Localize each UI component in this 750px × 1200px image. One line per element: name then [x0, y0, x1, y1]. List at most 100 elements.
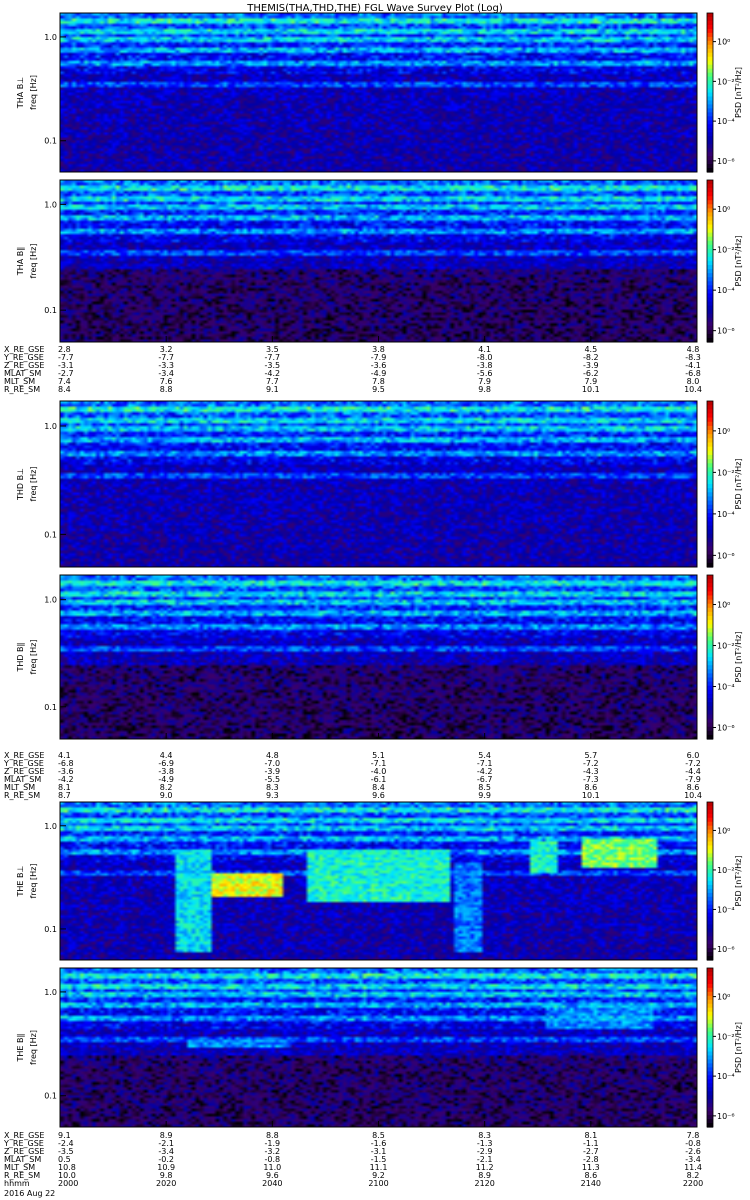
ephemeris-value: 9.6: [372, 791, 385, 800]
spectrogram-image: [60, 968, 697, 1127]
colorbar-swatch: [707, 216, 713, 222]
colorbar-swatch: [707, 1115, 713, 1120]
colorbar-swatch: [707, 252, 713, 258]
colorbar-swatch: [707, 652, 713, 658]
colorbar-swatch: [707, 317, 713, 323]
freq-axis-label: freq [Hz]: [29, 864, 38, 899]
colorbar-swatch: [707, 240, 713, 246]
colorbar-swatch: [707, 289, 713, 294]
colorbar-swatch: [707, 84, 713, 90]
colorbar-swatch: [707, 128, 713, 133]
colorbar-swatch: [707, 488, 713, 493]
colorbar-swatch: [707, 550, 713, 556]
freq-tick-label: 1.0: [44, 200, 57, 209]
colorbar-swatch: [707, 28, 713, 34]
colorbar-swatch: [707, 196, 713, 201]
colorbar: 10⁰ 10⁻² 10⁻⁴ 10⁻⁶ PSD [nT²/Hz]: [706, 801, 743, 961]
colorbar-swatch: [707, 525, 713, 531]
colorbar-swatch: [707, 1119, 713, 1124]
colorbar-swatch: [707, 636, 713, 642]
colorbar-swatch: [707, 1007, 713, 1013]
freq-axis-label: freq [Hz]: [29, 640, 38, 675]
spectrogram-panel-1: 1.0 0.1 THA B⊥ freq [Hz] 10⁰ 10⁻² 10⁻⁴ 10⁻⁶ PSD …: [16, 12, 743, 173]
colorbar: 10⁰ 10⁻² 10⁻⁴ 10⁻⁶ PSD [nT²/Hz]: [706, 12, 743, 173]
colorbar-swatch: [707, 20, 713, 26]
colorbar-swatch: [707, 256, 713, 262]
colorbar-swatch: [707, 261, 713, 266]
colorbar-swatch: [707, 188, 713, 193]
colorbar-swatch: [707, 309, 713, 315]
colorbar-swatch: [707, 446, 713, 452]
colorbar-tick-label: 10⁻²: [717, 468, 735, 477]
colorbar-swatch: [707, 869, 713, 874]
colorbar-swatch: [707, 833, 713, 839]
colorbar-swatch: [707, 1063, 713, 1068]
colorbar-swatch: [707, 1087, 713, 1092]
colorbar-label: PSD [nT²/Hz]: [734, 632, 743, 683]
colorbar-swatch: [707, 148, 713, 153]
colorbar-swatch: [707, 648, 713, 654]
ephemeris-value: 9.0: [160, 791, 173, 800]
ephemeris-tha: X_RE_GSE 2.8 3.2 3.5 3.8 4.1 4.5 4.8Y_RE_GSE -7.…: [3, 336, 702, 394]
colorbar-swatch: [707, 164, 713, 169]
colorbar-tick-label: 10⁻⁶: [717, 551, 735, 560]
colorbar-tick-label: 10⁻⁶: [717, 945, 735, 954]
ephemeris-value: 2200: [683, 1179, 703, 1188]
colorbar-swatch: [707, 924, 713, 929]
colorbar-swatch: [707, 644, 713, 650]
spectrogram-panels: 1.0 0.1 THA B⊥ freq [Hz] 10⁰ 10⁻² 10⁻⁴ 10⁻⁶ PSD …: [16, 12, 743, 1128]
ephemeris-row-name: R_RE_SM: [4, 791, 40, 800]
colorbar-swatch: [707, 459, 713, 464]
colorbar-swatch: [707, 861, 713, 866]
colorbar-swatch: [707, 56, 713, 62]
colorbar-swatch: [707, 417, 713, 423]
colorbar-tick-label: 10⁰: [717, 601, 730, 610]
colorbar-swatch: [707, 624, 713, 629]
colorbar-swatch: [707, 718, 713, 724]
colorbar-swatch: [707, 685, 713, 691]
colorbar-swatch: [707, 1003, 713, 1009]
colorbar-swatch: [707, 60, 713, 66]
colorbar-swatch: [707, 546, 713, 551]
freq-tick-label: 0.1: [44, 703, 57, 712]
ephemeris-value: 10.4: [684, 385, 702, 394]
spectrogram-panel-4: 1.0 0.1 THD B∥ freq [Hz] 10⁰ 10⁻² 10⁻⁴ 10⁻⁶ PSD …: [16, 574, 743, 740]
colorbar-swatch: [707, 681, 713, 687]
colorbar-swatch: [707, 575, 713, 580]
colorbar-swatch: [707, 321, 713, 327]
ephemeris-value: 9.9: [478, 791, 491, 800]
freq-tick-label: 1.0: [44, 596, 57, 605]
colorbar-swatch: [707, 726, 713, 732]
colorbar-swatch: [707, 542, 713, 547]
ephemeris-value: 8.7: [58, 791, 71, 800]
colorbar-swatch: [707, 689, 713, 695]
ephemeris-value: 2140: [581, 1179, 601, 1188]
colorbar-swatch: [707, 471, 713, 477]
colorbar-swatch: [707, 513, 713, 518]
colorbar-swatch: [707, 632, 713, 638]
freq-axis-label: freq [Hz]: [29, 244, 38, 279]
colorbar-tick-label: 10⁻²: [717, 642, 735, 651]
colorbar-swatch: [707, 496, 713, 502]
colorbar-swatch: [707, 698, 713, 703]
panel-label: THE B∥: [16, 1034, 25, 1063]
colorbar-swatch: [707, 591, 713, 597]
freq-tick-label: 1.0: [44, 33, 57, 42]
colorbar-swatch: [707, 104, 713, 109]
freq-tick-label: 0.1: [44, 530, 57, 539]
colorbar-swatch: [707, 628, 713, 633]
colorbar-swatch: [707, 677, 713, 683]
ephemeris-value: 10.1: [582, 791, 600, 800]
colorbar-swatch: [707, 479, 713, 485]
colorbar-swatch: [707, 434, 713, 439]
colorbar-swatch: [707, 269, 713, 274]
colorbar-swatch: [707, 184, 713, 189]
colorbar-swatch: [707, 1051, 713, 1057]
colorbar-swatch: [707, 112, 713, 117]
colorbar: 10⁰ 10⁻² 10⁻⁴ 10⁻⁶ PSD [nT²/Hz]: [706, 179, 743, 343]
colorbar-swatch: [707, 204, 713, 209]
ephemeris-value: 8.8: [160, 385, 173, 394]
colorbar-swatch: [707, 232, 713, 238]
colorbar-swatch: [707, 1027, 713, 1033]
colorbar-tick-label: 10⁻⁶: [717, 157, 735, 166]
